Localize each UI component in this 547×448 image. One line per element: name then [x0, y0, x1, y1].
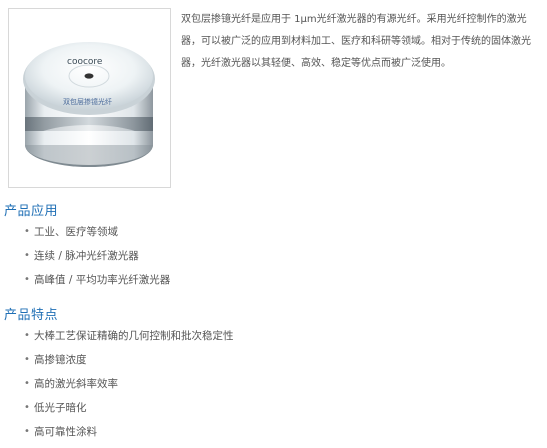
product-image: coocore 双包层掺镱光纤 — [8, 8, 171, 188]
list-item-label: 连续 / 脉冲光纤激光器 — [34, 250, 139, 262]
list-item: • 高的激光斜率效率 — [20, 372, 234, 396]
bullet-icon: • — [24, 426, 30, 437]
bullet-icon: • — [24, 226, 30, 237]
list-item-label: 工业、医疗等领域 — [34, 226, 118, 238]
list-item-label: 高可靠性涂料 — [34, 426, 97, 438]
list-item: • 高峰值 / 平均功率光纤激光器 — [20, 268, 170, 292]
spool-brand-label: coocore — [67, 57, 103, 67]
list-item-label: 高掺镱浓度 — [34, 354, 87, 366]
bullet-icon: • — [24, 402, 30, 413]
spool-name-label: 双包层掺镱光纤 — [63, 97, 112, 106]
list-item: • 高掺镱浓度 — [20, 348, 234, 372]
bullet-icon: • — [24, 250, 30, 261]
list-item-label: 低光子暗化 — [34, 402, 87, 414]
applications-heading: 产品应用 — [4, 204, 59, 219]
features-list: • 大棒工艺保证精确的几何控制和批次稳定性 • 高掺镱浓度 • 高的激光斜率效率 • 低… — [20, 324, 234, 444]
list-item: • 高可靠性涂料 — [20, 420, 234, 444]
list-item-label: 高峰值 / 平均功率光纤激光器 — [34, 274, 171, 286]
bullet-icon: • — [24, 274, 30, 285]
product-page: coocore 双包层掺镱光纤 双包层掺镱光纤是应用于 1μm光纤激光器的有源光… — [0, 0, 547, 448]
bullet-icon: • — [24, 378, 30, 389]
list-item: • 工业、医疗等领域 — [20, 220, 170, 244]
list-item-label: 大棒工艺保证精确的几何控制和批次稳定性 — [34, 330, 234, 342]
list-item-label: 高的激光斜率效率 — [34, 378, 118, 390]
bullet-icon: • — [24, 330, 30, 341]
bullet-icon: • — [24, 354, 30, 365]
fiber-spool-image: coocore 双包层掺镱光纤 — [23, 42, 155, 167]
list-item: • 连续 / 脉冲光纤激光器 — [20, 244, 170, 268]
list-item: • 低光子暗化 — [20, 396, 234, 420]
list-item: • 大棒工艺保证精确的几何控制和批次稳定性 — [20, 324, 234, 348]
product-description: 双包层掺镱光纤是应用于 1μm光纤激光器的有源光纤。采用光纤控制作的激光器，可以… — [181, 14, 531, 69]
features-heading: 产品特点 — [4, 308, 59, 323]
applications-list: • 工业、医疗等领域 • 连续 / 脉冲光纤激光器 • 高峰值 / 平均功率光纤激光器 — [20, 220, 170, 292]
